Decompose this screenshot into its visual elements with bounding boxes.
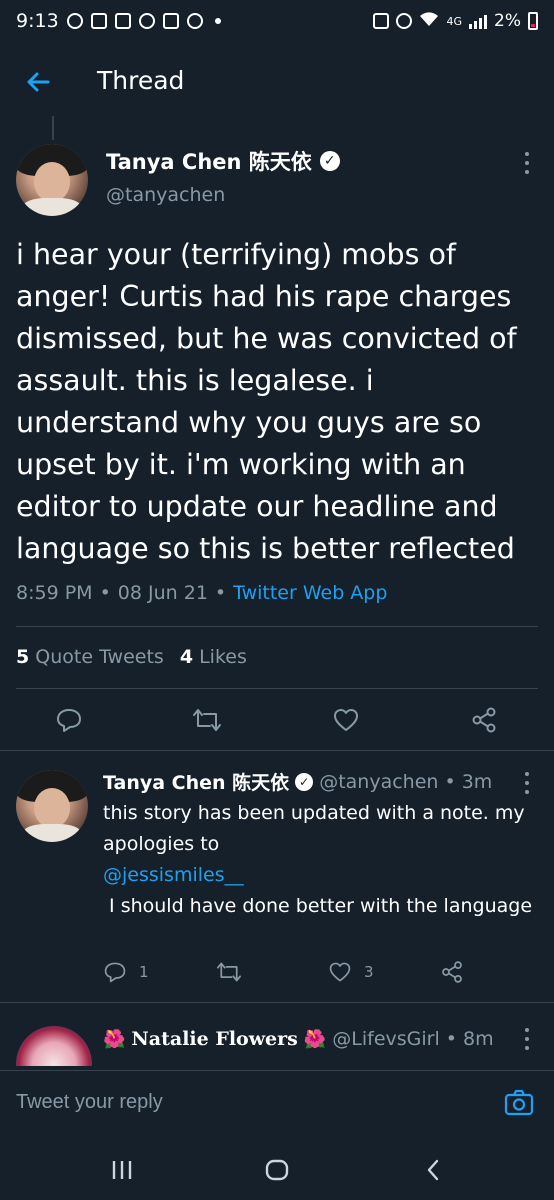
system-navigation-bar: [0, 1136, 554, 1200]
avatar[interactable]: [16, 770, 88, 842]
home-app-icon: [186, 13, 203, 29]
app-header: Thread: [0, 52, 554, 112]
reply-button[interactable]: 1: [103, 960, 149, 984]
divider: [16, 626, 538, 627]
like-count: 3: [364, 963, 374, 981]
verified-badge-icon: ✓: [319, 151, 340, 171]
reply-header: Tanya Chen 陈天依 ✓ @tanyachen • 3m: [103, 768, 492, 795]
reply-meta: @tanyachen • 3m: [319, 770, 493, 793]
battery-percent: 2%: [494, 11, 521, 31]
author-name: Tanya Chen 陈天依: [106, 150, 312, 174]
status-bar: 9:13 4G 2%: [0, 0, 554, 42]
more-notifications-icon: [214, 18, 221, 24]
more-options-icon[interactable]: [524, 1028, 530, 1050]
status-time: 9:13: [16, 10, 59, 32]
lock-icon: [373, 13, 390, 29]
reply-composer: [0, 1070, 554, 1136]
reply-meta: @LifevsGirl • 8m: [332, 1028, 494, 1050]
flower-emoji-icon: 🌺: [303, 1028, 327, 1050]
divider: [0, 750, 554, 751]
avatar[interactable]: [16, 144, 88, 216]
tweet-text: i hear your (terrifying) mobs of anger! …: [16, 238, 517, 565]
avatar[interactable]: [16, 1026, 92, 1066]
quote-tweets-stat[interactable]: 5 Quote Tweets: [16, 646, 164, 668]
likes-stat[interactable]: 4 Likes: [180, 646, 247, 668]
author-name-row[interactable]: Tanya Chen 陈天依 ✓: [106, 146, 340, 176]
tweet-actions: [0, 700, 554, 740]
notification-icon: [66, 13, 83, 29]
page-title: Thread: [97, 66, 185, 95]
reply-actions: 1 3: [103, 960, 523, 990]
like-button[interactable]: 3: [328, 960, 374, 984]
reply-text: this story has been updated with a note.…: [103, 802, 533, 917]
mention-link[interactable]: @jessismiles__: [103, 864, 244, 886]
camera-icon[interactable]: [504, 1089, 534, 1117]
share-icon[interactable]: [470, 706, 498, 734]
reply-header: 🌺 Natalie Flowers 🌺 @LifevsGirl • 8m: [103, 1028, 494, 1050]
divider: [16, 688, 538, 689]
share-button[interactable]: [440, 960, 464, 984]
back-arrow-icon[interactable]: [22, 66, 54, 98]
network-type: 4G: [446, 14, 463, 28]
reply-count: 1: [139, 963, 149, 981]
verified-badge-icon: ✓: [295, 772, 314, 791]
reply-tweet[interactable]: 🌺 Natalie Flowers 🌺 @LifevsGirl • 8m: [0, 1014, 554, 1066]
like-heart-icon[interactable]: [332, 706, 360, 734]
retweet-button[interactable]: [216, 960, 254, 984]
chart-icon: [162, 13, 179, 29]
tweet-meta: 8:59 PM • 08 Jun 21 • Twitter Web App: [16, 582, 388, 604]
battery-icon: [528, 12, 538, 30]
wifi-icon: [419, 11, 439, 32]
author-name[interactable]: Natalie Flowers: [131, 1028, 297, 1050]
compass-icon: [138, 13, 155, 29]
retweet-icon[interactable]: [192, 706, 221, 734]
alarm-icon: [396, 13, 413, 29]
reply-icon[interactable]: [55, 706, 83, 734]
author-handle[interactable]: @tanyachen: [106, 184, 225, 206]
tweet-time: 8:59 PM: [16, 582, 93, 604]
signal-icon: [469, 13, 488, 29]
back-icon[interactable]: [420, 1156, 448, 1184]
flower-emoji-icon: 🌺: [103, 1028, 126, 1050]
more-options-icon[interactable]: [524, 772, 530, 794]
news-icon: [90, 13, 107, 29]
tweet-stats: 5 Quote Tweets 4 Likes: [16, 646, 247, 668]
tweet-source-link[interactable]: Twitter Web App: [233, 582, 387, 604]
more-options-icon[interactable]: [524, 152, 530, 174]
home-icon[interactable]: [263, 1156, 291, 1184]
author-name[interactable]: Tanya Chen 陈天依: [103, 768, 289, 795]
thread-connector-line: [52, 116, 54, 140]
tweet-date: 08 Jun 21: [117, 582, 208, 604]
recent-apps-icon[interactable]: [108, 1156, 136, 1184]
mail-icon: [114, 13, 131, 29]
reply-input[interactable]: [16, 1091, 476, 1114]
divider: [0, 1002, 554, 1003]
